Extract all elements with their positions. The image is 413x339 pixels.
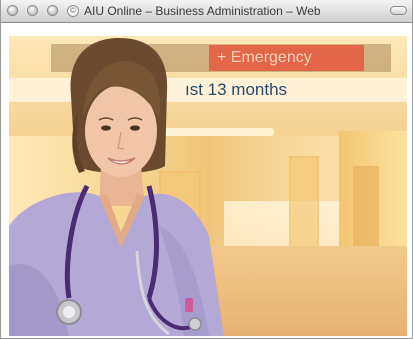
page-content: + Emergency ıst 13 months: [9, 36, 407, 336]
zoom-button[interactable]: [47, 5, 58, 16]
close-button[interactable]: [7, 5, 18, 16]
toolbar-toggle-button[interactable]: [390, 6, 407, 15]
minimize-button[interactable]: [27, 5, 38, 16]
window-title: AIU Online – Business Administration – W…: [84, 4, 321, 18]
site-icon: ©: [67, 5, 79, 17]
browser-window: © AIU Online – Business Administration –…: [0, 0, 413, 339]
title-bar: © AIU Online – Business Administration –…: [1, 0, 412, 23]
nurse-photo: [9, 38, 224, 336]
